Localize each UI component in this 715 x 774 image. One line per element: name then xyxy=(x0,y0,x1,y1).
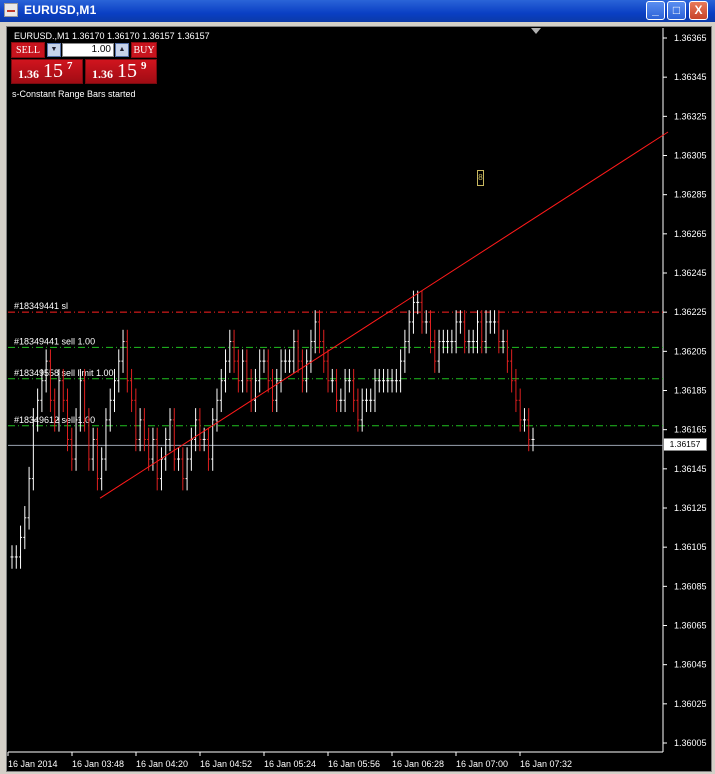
price-chart[interactable]: 1.36365 1.36345 1.36325 1.36305 1.36285 1.362… xyxy=(0,0,715,774)
sell-quote-button[interactable]: 1.36 15 7 xyxy=(11,59,83,84)
bid-price-tag: 1.36157 xyxy=(663,438,707,451)
time-axis-label: 16 Jan 04:52 xyxy=(200,759,252,769)
time-axis-label: 16 Jan 2014 xyxy=(8,759,58,769)
trend-line xyxy=(99,131,669,499)
price-axis-label: 1.36265 xyxy=(674,229,707,239)
sell-quote-small: 1.36 xyxy=(18,67,39,81)
time-axis-label: 16 Jan 06:28 xyxy=(392,759,444,769)
price-axis-label: 1.36025 xyxy=(674,699,707,709)
price-axis-label: 1.36145 xyxy=(674,464,707,474)
lot-decrease-button[interactable]: ▼ xyxy=(47,43,61,57)
price-axis-label: 1.36105 xyxy=(674,542,707,552)
sell-button[interactable]: SELL xyxy=(11,42,45,58)
time-axis-label: 16 Jan 05:24 xyxy=(264,759,316,769)
price-axis-label: 1.36045 xyxy=(674,660,707,670)
price-axis-label: 1.36125 xyxy=(674,503,707,513)
buy-button[interactable]: BUY xyxy=(131,42,157,58)
price-axis-label: 1.36285 xyxy=(674,190,707,200)
order-line-label: #18349441 sl xyxy=(14,301,68,311)
lot-increase-button[interactable]: ▲ xyxy=(115,43,129,57)
buy-quote-big: 15 xyxy=(117,60,137,82)
price-axis-label: 1.36005 xyxy=(674,738,707,748)
price-axis-label: 1.36205 xyxy=(674,346,707,356)
buy-quote-small: 1.36 xyxy=(92,67,113,81)
price-axis-label: 1.36185 xyxy=(674,386,707,396)
price-axis-label: 1.36245 xyxy=(674,268,707,278)
time-axis-label: 16 Jan 07:32 xyxy=(520,759,572,769)
order-line-label: #18349558 sell limit 1.00 xyxy=(14,368,114,378)
price-axis-label: 1.36345 xyxy=(674,72,707,82)
lot-size-input[interactable]: 1.00 xyxy=(62,43,114,57)
price-axis-label: 1.36305 xyxy=(674,151,707,161)
chart-shift-marker-icon[interactable] xyxy=(531,28,541,34)
symbol-info: EURUSD.,M1 1.36170 1.36170 1.36157 1.361… xyxy=(14,31,210,41)
buy-quote-sup: 9 xyxy=(141,60,147,72)
chart-window: EURUSD,M1 _ □ X 1.36365 1.36345 1.36325 1.3… xyxy=(0,0,715,774)
time-axis-label: 16 Jan 07:00 xyxy=(456,759,508,769)
price-axis-label: 1.36165 xyxy=(674,425,707,435)
buy-quote-button[interactable]: 1.36 15 9 xyxy=(85,59,157,84)
sell-quote-big: 15 xyxy=(43,60,63,82)
time-axis-label: 16 Jan 05:56 xyxy=(328,759,380,769)
time-axis-label: 16 Jan 03:48 xyxy=(72,759,124,769)
sell-quote-sup: 7 xyxy=(67,60,73,72)
expert-status-text: s-Constant Range Bars started xyxy=(12,89,136,99)
price-axis-label: 1.36325 xyxy=(674,111,707,121)
price-axis-label: 1.36085 xyxy=(674,581,707,591)
price-axis-label: 1.36365 xyxy=(674,33,707,43)
price-axis-label: 1.36065 xyxy=(674,621,707,631)
order-line-label: #18349441 sell 1.00 xyxy=(14,336,95,346)
time-axis-label: 16 Jan 04:20 xyxy=(136,759,188,769)
alert-marker-icon[interactable]: 8 xyxy=(477,170,484,186)
price-axis-label: 1.36225 xyxy=(674,307,707,317)
one-click-trading-panel: SELL ▼ 1.00 ▲ BUY 1.36 15 7 1.36 15 9 xyxy=(11,42,157,84)
